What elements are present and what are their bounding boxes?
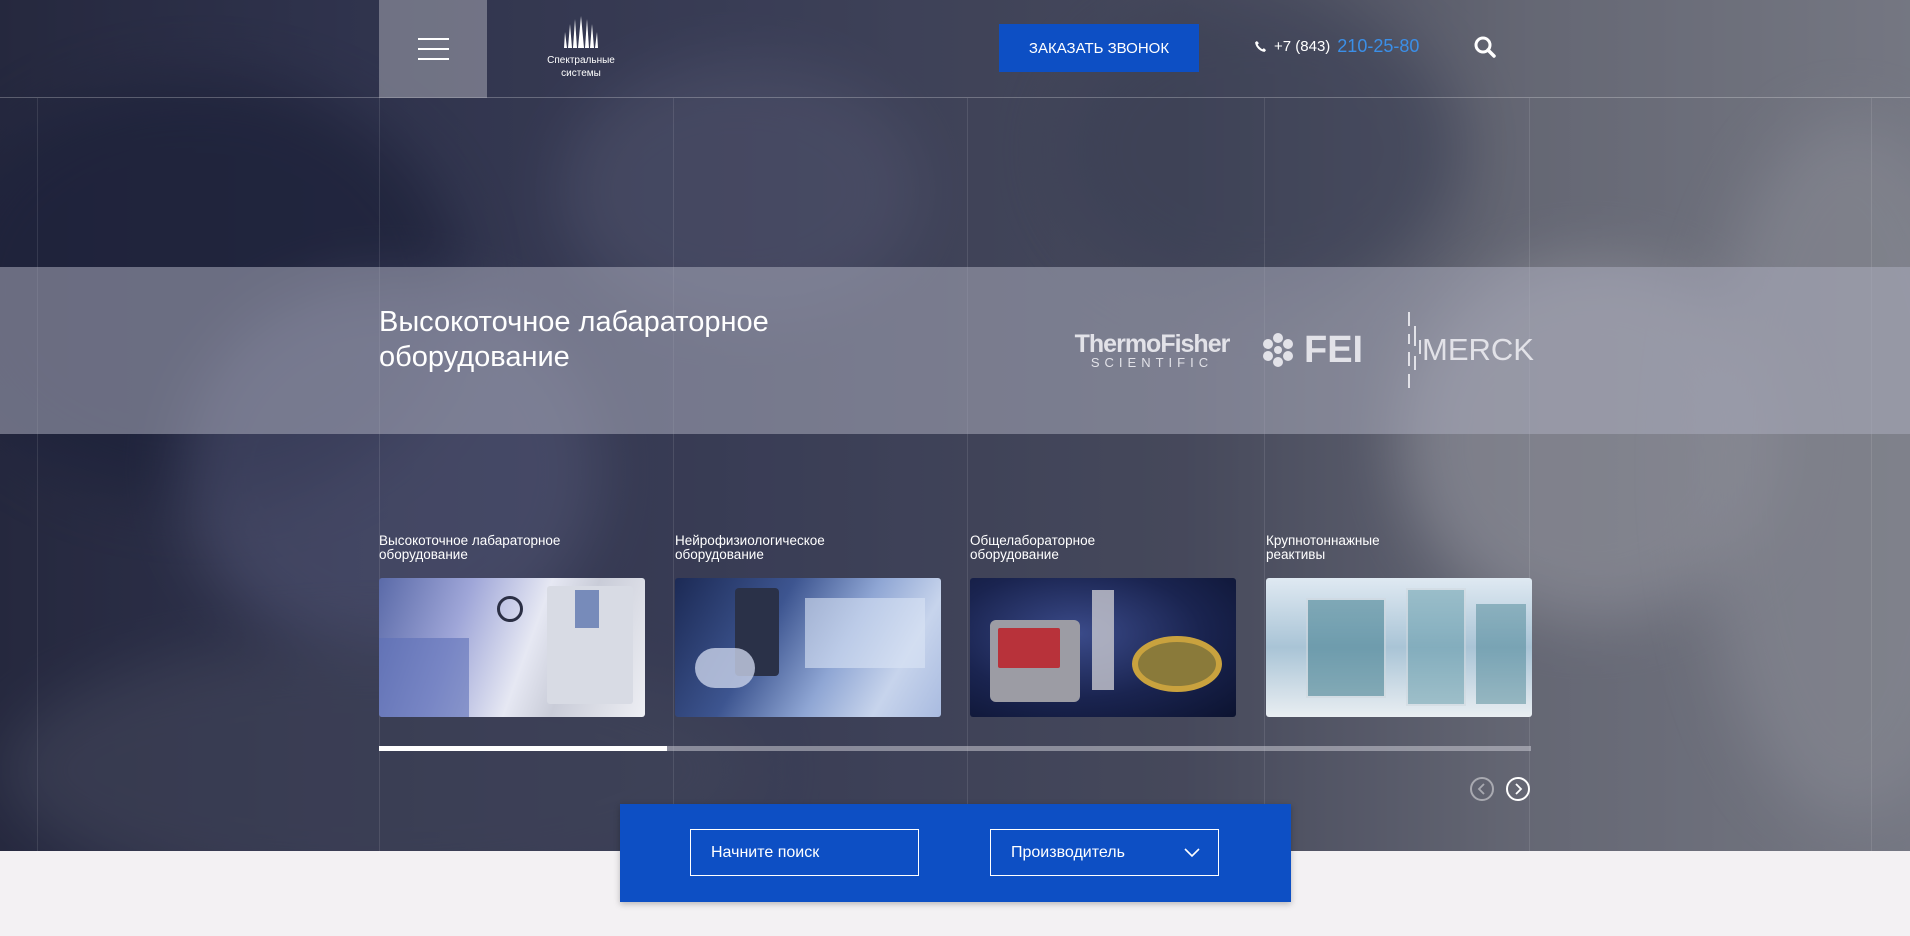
- logo-text-line2: системы: [561, 68, 601, 79]
- chevron-down-icon: [1184, 847, 1200, 857]
- search-button[interactable]: [1473, 35, 1497, 59]
- search-panel: Производитель: [620, 804, 1291, 902]
- brand-merck-text: MERCK: [1422, 332, 1534, 367]
- category-card[interactable]: Высокоточное лабараторное оборудование: [379, 534, 645, 717]
- category-card[interactable]: Общелабораторное оборудование: [970, 534, 1236, 717]
- category-title: Крупнотоннажные реактивы: [1266, 533, 1380, 562]
- search-input[interactable]: [690, 829, 919, 876]
- logo[interactable]: Спектральные системы: [540, 14, 622, 80]
- category-image: [1266, 578, 1532, 717]
- phone-link[interactable]: +7 (843) 210-25-80: [1254, 36, 1419, 57]
- category-title: Высокоточное лабараторное оборудование: [379, 533, 561, 562]
- logo-icon: [564, 16, 598, 48]
- chevron-right-icon: [1515, 783, 1523, 795]
- hero-band: [0, 267, 1910, 434]
- brand-fei[interactable]: FEI: [1258, 330, 1363, 370]
- phone-number: 210-25-80: [1337, 36, 1420, 56]
- manufacturer-label: Производитель: [1011, 843, 1125, 861]
- chevron-left-icon: [1477, 783, 1485, 795]
- menu-icon: [417, 38, 449, 40]
- menu-button[interactable]: [379, 0, 487, 98]
- phone-prefix: +7 (843): [1274, 38, 1331, 55]
- category-card[interactable]: Крупнотоннажные реактивы: [1266, 534, 1532, 717]
- category-image: [675, 578, 941, 717]
- carousel-progress-fill: [379, 746, 667, 751]
- carousel-progress: [379, 746, 1531, 751]
- brand-thermo-line1: ThermoFisher: [1074, 330, 1231, 358]
- category-image: [970, 578, 1236, 717]
- phone-icon: [1255, 40, 1267, 52]
- search-icon: [1474, 36, 1496, 58]
- brand-thermo-fisher[interactable]: ThermoFisher SCIENTIFIC: [1074, 330, 1231, 370]
- brand-fei-text: FEI: [1304, 329, 1364, 371]
- category-title: Общелабораторное оборудование: [970, 533, 1096, 562]
- carousel-next-button[interactable]: [1506, 777, 1530, 801]
- category-title: Нейрофизиологическое оборудование: [675, 533, 825, 562]
- brand-merck[interactable]: MERCK: [1408, 312, 1534, 388]
- callback-button[interactable]: ЗАКАЗАТЬ ЗВОНОК: [999, 24, 1199, 72]
- merck-logo-icon: [1408, 312, 1421, 388]
- logo-text-line1: Спектральные: [547, 55, 615, 66]
- category-card[interactable]: Нейрофизиологическое оборудование: [675, 534, 941, 717]
- fei-logo-icon: [1263, 333, 1293, 367]
- manufacturer-select[interactable]: Производитель: [990, 829, 1219, 876]
- carousel-prev-button[interactable]: [1470, 777, 1494, 801]
- category-image: [379, 578, 645, 717]
- site-header: Спектральные системы ЗАКАЗАТЬ ЗВОНОК +7 …: [0, 0, 1910, 98]
- brand-thermo-line2: SCIENTIFIC: [1090, 355, 1214, 370]
- hero-title: Высокоточное лабараторное оборудование: [379, 306, 769, 373]
